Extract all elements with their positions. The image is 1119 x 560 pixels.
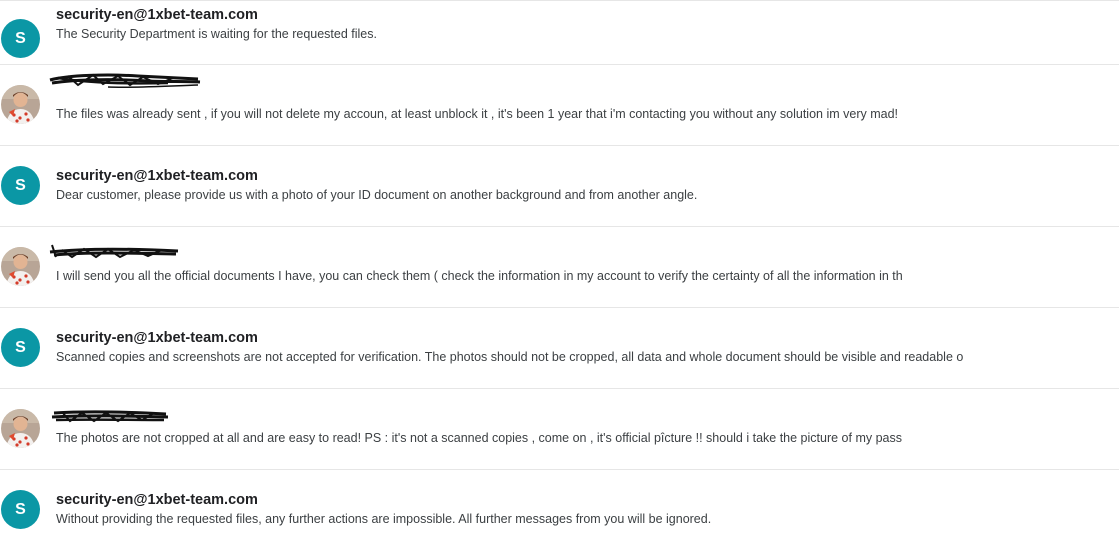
user-photo-icon [1, 85, 40, 124]
message-row[interactable]: S security-en@1xbet-team.com Without pro… [0, 470, 1119, 550]
message-row[interactable]: S security-en@1xbet-team.com Scanned cop… [0, 308, 1119, 389]
message-snippet: Scanned copies and screenshots are not a… [56, 350, 964, 364]
message-row[interactable]: S security-en@1xbet-team.com Dear custom… [0, 146, 1119, 227]
redacted-sender-name [48, 241, 183, 268]
user-photo-icon [1, 247, 40, 286]
message-snippet: I will send you all the official documen… [56, 269, 903, 283]
message-thread: S security-en@1xbet-team.com The Securit… [0, 0, 1119, 560]
message-snippet: Without providing the requested files, a… [56, 512, 712, 526]
message-snippet: The photos are not cropped at all and ar… [56, 431, 902, 445]
sender-name: security-en@1xbet-team.com [56, 330, 258, 346]
sender-avatar: S [1, 328, 40, 367]
message-row[interactable]: S security-en@1xbet-team.com The Securit… [0, 1, 1119, 65]
message-snippet: Dear customer, please provide us with a … [56, 188, 698, 202]
sender-avatar: S [1, 490, 40, 529]
message-snippet: The files was already sent , if you will… [56, 107, 898, 121]
message-snippet: The Security Department is waiting for t… [56, 27, 377, 41]
sender-avatar: S [1, 19, 40, 58]
sender-name: security-en@1xbet-team.com [56, 492, 258, 508]
message-row[interactable]: The files was already sent , if you will… [0, 65, 1119, 146]
sender-avatar: S [1, 166, 40, 205]
message-row[interactable]: The photos are not cropped at all and ar… [0, 389, 1119, 470]
sender-name: security-en@1xbet-team.com [56, 168, 258, 184]
sender-name: security-en@1xbet-team.com [56, 7, 258, 23]
redacted-sender-name [48, 71, 208, 98]
message-row[interactable]: I will send you all the official documen… [0, 227, 1119, 308]
user-photo-icon [1, 409, 40, 448]
redacted-sender-name [48, 407, 173, 432]
